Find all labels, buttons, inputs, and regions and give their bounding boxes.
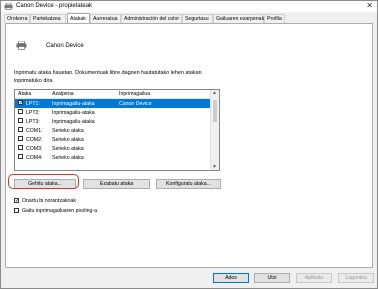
add-port-button[interactable]: Gehitu ataka...	[14, 179, 76, 189]
port-description: Inprimagailu-ataka	[52, 109, 95, 116]
bidirectional-label: Onartu bi norantzakoak	[22, 198, 76, 204]
table-row[interactable]: ✓ LPT1: Inprimagailu-ataka Canon Device	[15, 99, 211, 108]
bidirectional-checkbox[interactable]: ✓	[14, 198, 19, 204]
tab-sharing[interactable]: Partekatzea	[30, 14, 66, 23]
help-button[interactable]: Laguntza	[338, 273, 374, 283]
scrollbar-thumb[interactable]	[212, 100, 217, 122]
printer-name: Canon Device	[46, 43, 84, 49]
column-header-port[interactable]: Ataka	[18, 91, 31, 97]
printer-icon	[4, 3, 13, 10]
tab-security[interactable]: Segurtasu	[182, 14, 213, 23]
title-bar: Canon Device - propietateak ✕	[1, 1, 377, 12]
table-row[interactable]: COM3: Serieko ataka	[15, 144, 211, 153]
ports-list[interactable]: Ataka Azalpena Inprimagailua ✓ LPT1: Inp…	[14, 89, 220, 171]
port-checkbox[interactable]	[18, 145, 23, 150]
ports-description: Inprimatu ataka hauetan. Dokumentuak lib…	[14, 70, 202, 84]
ports-list-header: Ataka Azalpena Inprimagailua	[15, 90, 211, 99]
port-name: LPT2:	[26, 109, 40, 116]
port-checkbox[interactable]	[18, 136, 23, 141]
tab-color-management[interactable]: Administración del color	[121, 14, 182, 23]
column-header-printer[interactable]: Inprimagailua	[119, 91, 150, 97]
tab-profile[interactable]: Profila	[264, 14, 285, 23]
tab-device-settings[interactable]: Gailuaren ezarpenak	[213, 14, 264, 23]
port-checkbox[interactable]: ✓	[18, 100, 23, 106]
table-row[interactable]: LPT3: Inprimagailu-ataka	[15, 117, 211, 126]
tab-advanced[interactable]: Aurreratua	[90, 14, 121, 23]
printer-icon	[16, 41, 27, 50]
table-row[interactable]: COM2: Serieko ataka	[15, 135, 211, 144]
ports-panel: Canon Device Inprimatu ataka hauetan. Do…	[5, 23, 373, 268]
ok-button[interactable]: Ados	[213, 273, 249, 283]
tab-general[interactable]: Orokorra	[4, 14, 30, 23]
port-description: Serieko ataka	[52, 136, 84, 143]
printer-pooling-checkbox[interactable]	[14, 208, 19, 213]
port-name: COM1:	[26, 127, 43, 134]
port-description: Serieko ataka	[52, 154, 84, 161]
port-description: Inprimagailu-ataka	[52, 118, 95, 125]
scroll-up-icon[interactable]: ▲	[212, 90, 217, 96]
port-description: Serieko ataka	[52, 145, 84, 152]
window-title: Canon Device - propietateak	[16, 3, 93, 9]
table-row[interactable]: LPT2: Inprimagailu-ataka	[15, 108, 211, 117]
port-name: COM4:	[26, 154, 43, 161]
port-printer: Canon Device	[119, 100, 152, 107]
port-name: COM3:	[26, 145, 43, 152]
close-icon[interactable]: ✕	[366, 2, 373, 10]
port-description: Inprimagailu-ataka	[52, 100, 95, 107]
ports-list-scrollbar[interactable]: ▲ ▼	[210, 90, 219, 170]
cancel-button[interactable]: Utzi	[254, 273, 290, 283]
port-checkbox[interactable]	[18, 109, 23, 114]
printer-pooling-label: Gaitu inprimagailuaren pooling-a	[22, 208, 97, 214]
port-checkbox[interactable]	[18, 127, 23, 132]
port-checkbox[interactable]	[18, 154, 23, 159]
table-row[interactable]: COM4: Serieko ataka	[15, 153, 211, 162]
column-header-description[interactable]: Azalpena	[52, 91, 74, 97]
port-name: COM2:	[26, 136, 43, 143]
port-checkbox[interactable]	[18, 118, 23, 123]
port-name: LPT1:	[26, 100, 40, 107]
port-description: Serieko ataka	[52, 127, 84, 134]
delete-port-button[interactable]: Ezabatu ataka	[83, 179, 150, 189]
configure-port-button[interactable]: Konfiguratu ataka...	[156, 179, 221, 189]
scroll-down-icon[interactable]: ▼	[212, 164, 217, 170]
table-row[interactable]: COM1: Serieko ataka	[15, 126, 211, 135]
apply-button[interactable]: Aplikatu	[296, 273, 332, 283]
properties-window: Canon Device - propietateak ✕ Orokorra P…	[0, 0, 378, 289]
port-name: LPT3:	[26, 118, 40, 125]
